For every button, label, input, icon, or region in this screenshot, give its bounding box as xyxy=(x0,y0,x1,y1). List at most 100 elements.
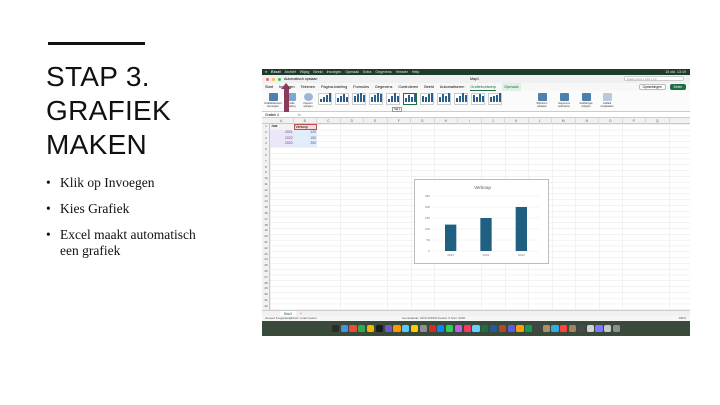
chart-style-thumbnail[interactable] xyxy=(335,93,349,105)
minimize-window-icon[interactable] xyxy=(272,77,275,81)
chart-style-thumbnail[interactable] xyxy=(352,93,366,105)
style-bar-icon xyxy=(356,94,359,102)
style-bar-icon xyxy=(447,93,450,102)
tab-formules[interactable]: Formules xyxy=(353,83,369,91)
add-chart-element-button[interactable]: Grafiekelement toevoegen xyxy=(264,93,282,108)
dock-app-icon[interactable] xyxy=(551,324,559,333)
chart-style-thumbnail[interactable] xyxy=(454,93,468,105)
dock-app-icon[interactable] xyxy=(410,324,419,333)
dock-app-icon[interactable] xyxy=(525,324,533,333)
y-tick-label: 250 xyxy=(425,194,430,198)
add-chart-element-label: Grafiekelement toevoegen xyxy=(264,102,282,108)
close-window-icon[interactable] xyxy=(266,77,269,81)
dock-app-icon[interactable] xyxy=(586,324,594,333)
tab-opmaak[interactable]: Opmaak xyxy=(502,83,521,91)
dock-app-icon[interactable] xyxy=(349,324,357,333)
dock-app-icon[interactable] xyxy=(393,324,401,333)
select-data-button[interactable]: Gegevens selecteren xyxy=(554,93,574,108)
switch-row-column-icon xyxy=(537,93,547,101)
dock-app-icon[interactable] xyxy=(595,324,603,333)
zoom-window-icon[interactable] xyxy=(278,77,281,81)
autosave-toggle[interactable]: Automatisch opslaan xyxy=(284,75,317,83)
chart-object[interactable]: Verkoop 0 50 100 150 200 250 2021 2022 2023 xyxy=(414,179,549,264)
chart-style-thumbnail[interactable] xyxy=(386,93,400,105)
tab-start[interactable]: Start xyxy=(265,83,273,91)
style-bar-icon xyxy=(424,97,427,102)
dock-app-icon[interactable] xyxy=(340,324,348,333)
tab-gegevens[interactable]: Gegevens xyxy=(375,83,392,91)
chart-style-gallery xyxy=(318,93,502,105)
cell-b4[interactable]: 200 xyxy=(293,141,317,148)
row-header[interactable]: 32 xyxy=(262,304,270,310)
dock-app-icon[interactable] xyxy=(577,324,585,333)
ribbon-tabs: Start Invoegen Tekenen Pagina-indeling F… xyxy=(262,83,690,91)
style-bar-icon xyxy=(455,98,458,102)
style-bar-icon xyxy=(379,94,382,102)
dock-app-icon[interactable] xyxy=(542,324,550,333)
chart-style-thumbnail[interactable] xyxy=(471,93,485,105)
worksheet-grid[interactable]: ABCDEFGHIJKLMNOPQ 1 2 3 4 5 6 7 8 9 10 11 12 13 14 15 1… xyxy=(262,118,690,310)
chart-style-thumbnail[interactable] xyxy=(369,93,383,105)
dock-app-icon[interactable] xyxy=(375,324,383,333)
style-bar-icon xyxy=(376,93,379,102)
tab-automatiseren[interactable]: Automatiseren xyxy=(440,83,464,91)
dock-app-icon[interactable] xyxy=(428,324,436,333)
dock-app-icon[interactable] xyxy=(472,324,480,333)
chart-style-thumbnail[interactable] xyxy=(488,93,502,105)
dock-app-icon[interactable] xyxy=(612,324,621,333)
dock-app-icon[interactable] xyxy=(384,324,392,333)
move-chart-button[interactable]: Grafiek verplaatsen xyxy=(598,93,616,108)
tab-grafiekontwerp[interactable]: Grafiekontwerp xyxy=(470,83,497,91)
mac-dock xyxy=(262,321,690,336)
style-bar-icon xyxy=(481,96,484,102)
dock-app-icon[interactable] xyxy=(402,324,410,333)
dock-app-icon[interactable] xyxy=(516,324,524,333)
y-tick-label: 0 xyxy=(428,249,430,253)
name-box[interactable]: Grafiek 4 xyxy=(265,113,279,117)
dock-app-icon[interactable] xyxy=(507,324,515,333)
style-bar-icon xyxy=(322,97,325,102)
tab-tekenen[interactable]: Tekenen xyxy=(301,83,315,91)
tab-controleren[interactable]: Controleren xyxy=(398,83,418,91)
style-bar-icon xyxy=(492,96,495,102)
dock-app-icon[interactable] xyxy=(446,324,454,333)
dock-app-icon[interactable] xyxy=(489,324,498,333)
share-button[interactable]: Delen xyxy=(669,84,686,90)
comments-button[interactable]: Opmerkingen xyxy=(638,84,666,90)
chart-style-thumbnail[interactable] xyxy=(420,93,434,105)
style-bar-icon xyxy=(410,97,413,102)
chart-bar xyxy=(515,207,527,251)
tab-pagina-indeling[interactable]: Pagina-indeling xyxy=(321,83,347,91)
dock-app-icon[interactable] xyxy=(454,324,463,333)
switch-row-column-button[interactable]: Rij/kolom wisselen xyxy=(532,93,552,108)
chart-style-thumbnail[interactable] xyxy=(318,93,332,105)
dock-app-icon[interactable] xyxy=(463,324,471,333)
chart-title: Verkoop xyxy=(474,185,491,190)
palette-icon xyxy=(303,93,313,101)
bullet-item: Excel maakt automatisch een grafiek xyxy=(46,227,196,259)
x-tick-label: 2022 xyxy=(483,253,490,257)
search-input[interactable]: Zoek (Cmd + Ctrl + U) xyxy=(624,76,684,81)
chart-style-thumbnail[interactable] xyxy=(403,93,417,105)
cell-a4[interactable]: 2023 xyxy=(270,141,294,148)
chart-style-thumbnail[interactable] xyxy=(437,93,451,105)
dock-app-icon[interactable] xyxy=(604,324,612,333)
style-bar-icon xyxy=(404,98,407,102)
dock-app-icon[interactable] xyxy=(358,324,366,333)
dock-app-icon[interactable] xyxy=(481,324,489,333)
style-bar-icon xyxy=(413,94,416,102)
dock-app-icon[interactable] xyxy=(533,324,542,333)
change-chart-type-button[interactable]: Grafiektype wijzigen xyxy=(576,93,596,108)
change-colors-button[interactable]: Kleuren wijzigen xyxy=(300,93,316,108)
style-bar-icon xyxy=(464,95,467,102)
tab-beeld[interactable]: Beeld xyxy=(424,83,434,91)
dock-app-icon[interactable] xyxy=(498,324,506,333)
dock-app-icon[interactable] xyxy=(367,324,375,333)
dock-app-icon[interactable] xyxy=(437,324,445,333)
style-bar-icon xyxy=(387,99,390,102)
dock-app-icon[interactable] xyxy=(569,324,577,333)
dock-app-icon[interactable] xyxy=(331,324,340,333)
dock-app-icon[interactable] xyxy=(419,324,427,333)
x-tick-label: 2023 xyxy=(518,253,525,257)
dock-app-icon[interactable] xyxy=(560,324,568,333)
